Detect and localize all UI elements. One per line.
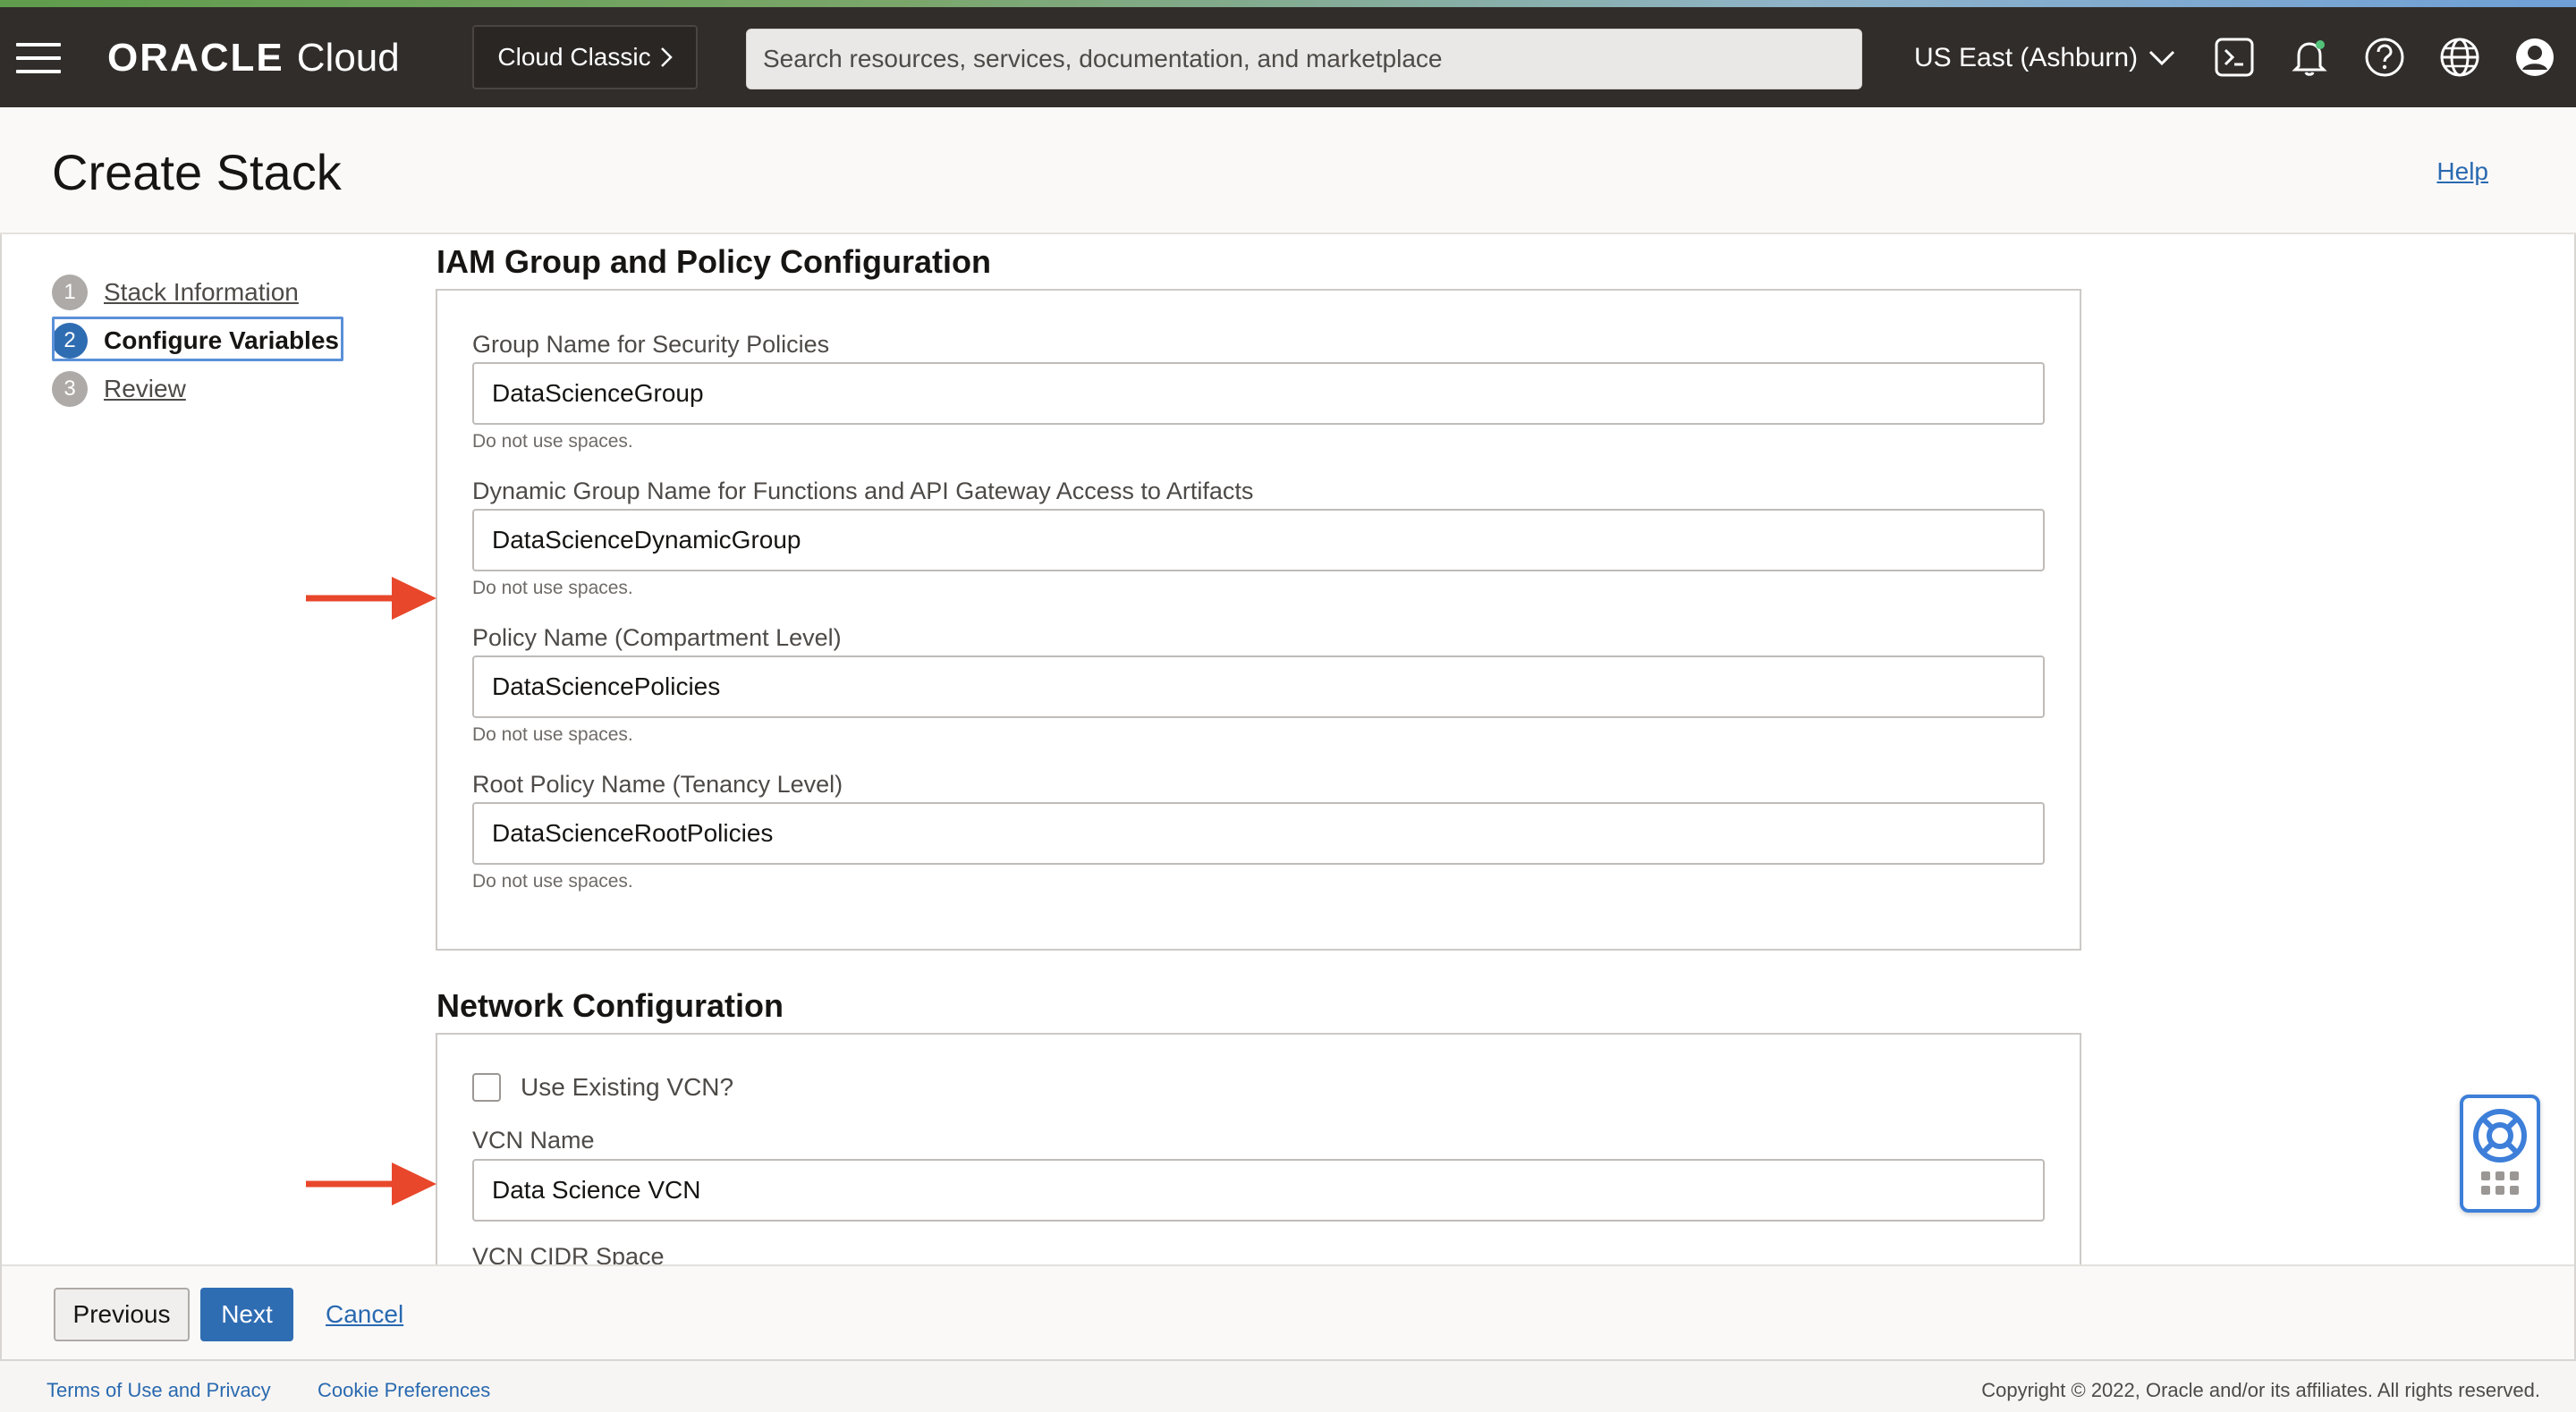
copyright-text: Copyright © 2022, Oracle and/or its affi… — [1981, 1379, 2540, 1401]
dynamic-group-name-input[interactable]: DataScienceDynamicGroup — [472, 509, 2045, 571]
root-policy-name-value: DataScienceRootPolicies — [492, 819, 774, 847]
vcn-name-label: VCN Name — [472, 1127, 595, 1154]
group-name-help: Do not use spaces. — [472, 431, 633, 452]
dynamic-group-name-label: Dynamic Group Name for Functions and API… — [472, 478, 1254, 504]
top-accent-strip — [0, 0, 2576, 7]
policy-name-value: DataSciencePolicies — [492, 672, 721, 700]
brand-oracle-text: ORACLE — [107, 36, 284, 80]
group-name-value: DataScienceGroup — [492, 379, 704, 407]
cloud-classic-button[interactable]: Cloud Classic — [472, 25, 698, 89]
search-placeholder: Search resources, services, documentatio… — [763, 45, 1443, 72]
network-config-panel — [436, 1033, 2081, 1264]
region-selector[interactable]: US East (Ashburn) — [1914, 34, 2175, 82]
vcn-cidr-label: VCN CIDR Space — [472, 1243, 665, 1264]
page-title-bar: Create Stack Help — [0, 107, 2576, 234]
page-footer: Terms of Use and Privacy Cookie Preferen… — [0, 1359, 2576, 1412]
cookie-preferences-link[interactable]: Cookie Preferences — [318, 1379, 490, 1402]
menu-icon[interactable] — [16, 43, 61, 73]
region-label: US East (Ashburn) — [1914, 43, 2139, 72]
group-name-input[interactable]: DataScienceGroup — [472, 362, 2045, 425]
red-arrow-annotation-icon — [306, 577, 436, 620]
use-existing-vcn-checkbox[interactable] — [472, 1073, 501, 1102]
next-button[interactable]: Next — [200, 1288, 293, 1341]
page-title: Create Stack — [52, 144, 342, 200]
group-name-label: Group Name for Security Policies — [472, 331, 830, 358]
help-support-widget[interactable] — [2460, 1095, 2540, 1213]
vcn-name-value: Data Science VCN — [492, 1176, 701, 1204]
help-link[interactable]: Help — [2436, 157, 2488, 186]
profile-icon[interactable] — [2510, 32, 2560, 82]
scrollable-form-area[interactable]: IAM Group and Policy Configuration Group… — [0, 234, 2576, 1264]
red-arrow-annotation-icon — [306, 1163, 436, 1205]
top-navigation-bar: ORACLE Cloud Cloud Classic Search resour… — [0, 7, 2576, 107]
lifebuoy-icon — [2473, 1109, 2527, 1163]
global-search-input[interactable]: Search resources, services, documentatio… — [746, 29, 1862, 89]
cancel-link[interactable]: Cancel — [326, 1300, 403, 1329]
dynamic-group-name-help: Do not use spaces. — [472, 578, 633, 598]
grid-dots-icon — [2481, 1171, 2519, 1195]
previous-button[interactable]: Previous — [54, 1288, 190, 1341]
policy-name-input[interactable]: DataSciencePolicies — [472, 655, 2045, 718]
iam-section-title: IAM Group and Policy Configuration — [436, 243, 991, 280]
terms-link[interactable]: Terms of Use and Privacy — [47, 1379, 271, 1402]
cloud-shell-icon[interactable] — [2209, 32, 2259, 82]
use-existing-vcn-label: Use Existing VCN? — [521, 1073, 734, 1101]
vcn-name-input[interactable]: Data Science VCN — [472, 1159, 2045, 1222]
cloud-classic-label: Cloud Classic — [497, 43, 651, 71]
oracle-cloud-logo[interactable]: ORACLE Cloud — [107, 34, 400, 82]
help-icon[interactable] — [2360, 32, 2410, 82]
policy-name-help: Do not use spaces. — [472, 724, 633, 745]
root-policy-name-label: Root Policy Name (Tenancy Level) — [472, 771, 843, 798]
use-existing-vcn-checkbox-row[interactable]: Use Existing VCN? — [472, 1073, 733, 1102]
policy-name-label: Policy Name (Compartment Level) — [472, 624, 842, 651]
bell-icon[interactable] — [2284, 32, 2334, 82]
brand-cloud-text: Cloud — [296, 36, 400, 80]
network-section-title: Network Configuration — [436, 987, 784, 1024]
wizard-action-bar: Previous Next Cancel — [2, 1264, 2574, 1359]
chevron-down-icon — [2149, 50, 2175, 66]
globe-icon[interactable] — [2435, 32, 2485, 82]
chevron-right-icon — [660, 47, 673, 67]
root-policy-name-input[interactable]: DataScienceRootPolicies — [472, 802, 2045, 865]
dynamic-group-name-value: DataScienceDynamicGroup — [492, 526, 801, 554]
root-policy-name-help: Do not use spaces. — [472, 871, 633, 892]
